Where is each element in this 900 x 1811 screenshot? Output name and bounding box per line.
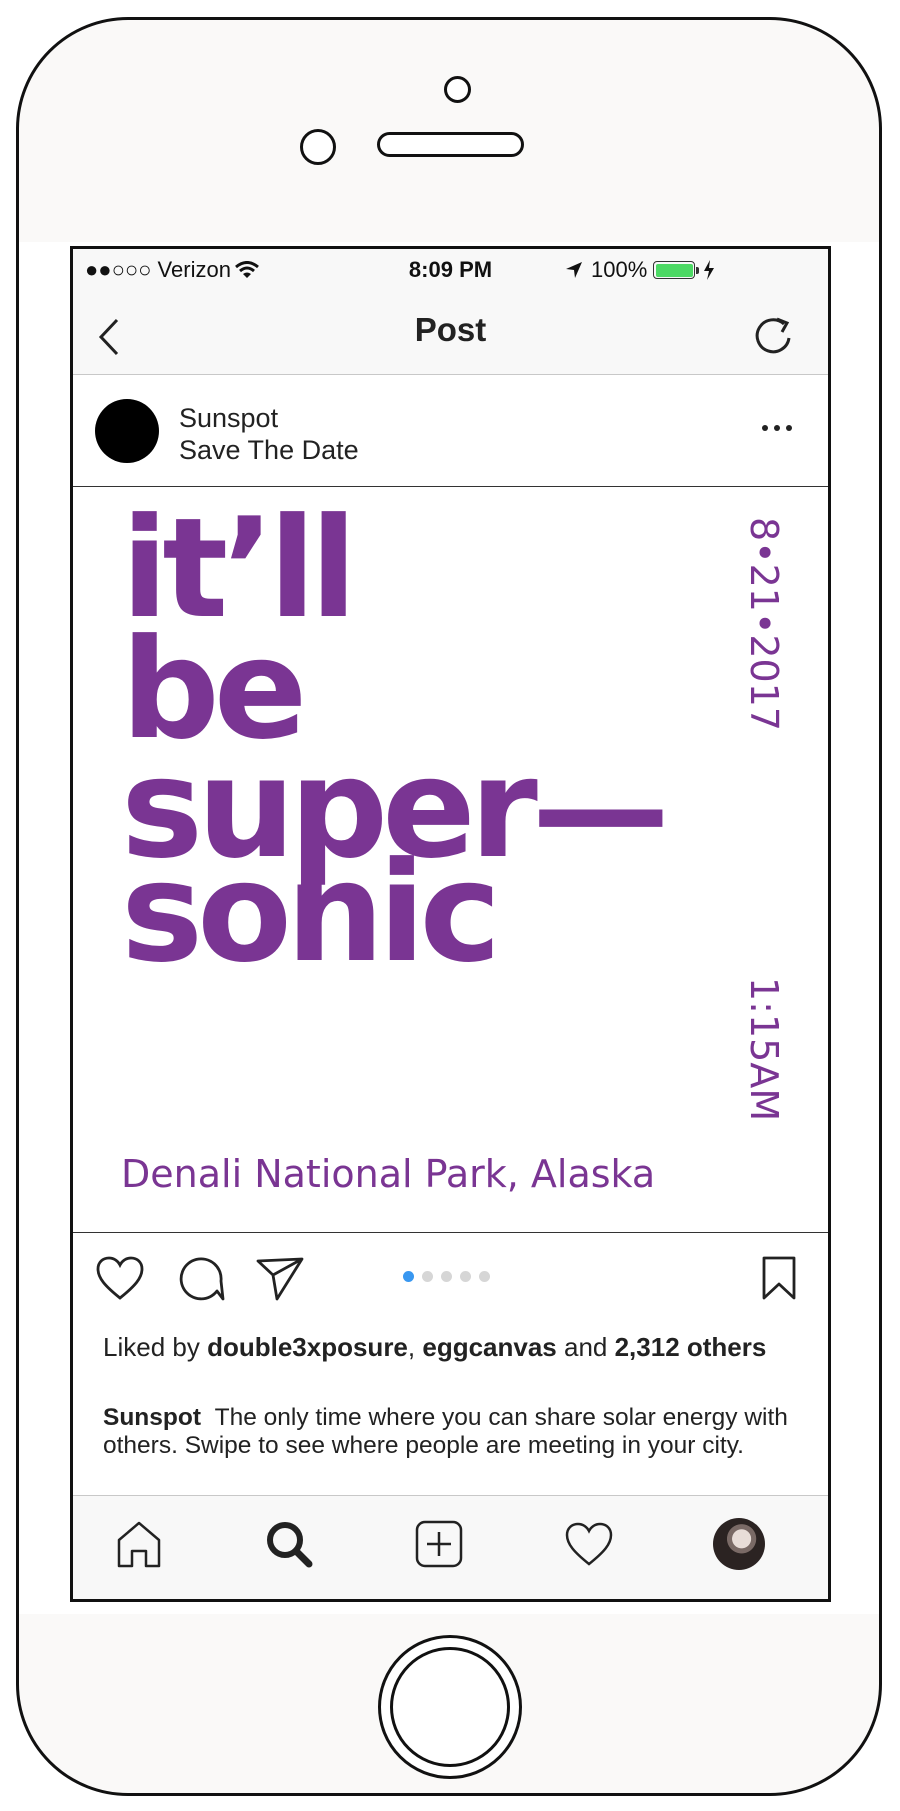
profile-avatar[interactable]: [713, 1518, 765, 1570]
event-time: 1:15AM: [742, 977, 786, 1122]
carousel-dot: [422, 1271, 433, 1282]
likes-conjunction: and: [556, 1332, 615, 1362]
earpiece-speaker: [377, 132, 524, 157]
likes-separator: ,: [407, 1332, 423, 1362]
page-title: Post: [414, 311, 487, 348]
post-image[interactable]: it’ll be super— sonic 8•21•2017 1:15AM D…: [73, 487, 828, 1233]
battery-icon: [653, 261, 695, 279]
avatar[interactable]: [95, 399, 159, 463]
event-date: 8•21•2017: [742, 517, 786, 732]
liker-link[interactable]: eggcanvas: [422, 1332, 556, 1362]
location-arrow-icon: [566, 262, 582, 278]
tab-bar: [73, 1495, 828, 1599]
phone-screen: ●●○○○ Verizon 8:09 PM 100% Post Sunspot …: [70, 246, 831, 1602]
heart-icon[interactable]: [95, 1255, 145, 1301]
carousel-dot: [479, 1271, 490, 1282]
caption-text: The only time where you can share solar …: [103, 1404, 788, 1459]
post-caption: Sunspot The only time where you can shar…: [103, 1404, 803, 1460]
charging-icon: [704, 260, 714, 280]
proximity-sensor-icon: [300, 129, 336, 165]
liker-link[interactable]: double3xposure: [207, 1332, 408, 1362]
battery-percent: 100%: [591, 257, 648, 282]
more-options-icon[interactable]: [761, 423, 793, 433]
comment-icon[interactable]: [177, 1255, 225, 1303]
carousel-indicator: [403, 1271, 490, 1282]
home-button[interactable]: [378, 1635, 522, 1779]
add-post-icon[interactable]: [413, 1518, 465, 1570]
status-bar: ●●○○○ Verizon 8:09 PM 100%: [73, 249, 828, 291]
caption-username[interactable]: Sunspot: [103, 1404, 201, 1431]
front-camera-icon: [444, 76, 471, 103]
post-subtitle: Save The Date: [179, 435, 359, 465]
headline-line-4: sonic: [121, 832, 501, 993]
carousel-dot: [403, 1271, 414, 1282]
home-icon[interactable]: [113, 1518, 165, 1570]
refresh-icon[interactable]: [753, 315, 795, 357]
activity-heart-icon[interactable]: [563, 1518, 615, 1570]
post-actions: [73, 1233, 828, 1323]
post-username[interactable]: Sunspot: [179, 403, 278, 434]
search-icon[interactable]: [263, 1518, 315, 1570]
event-location: Denali National Park, Alaska: [121, 1152, 656, 1196]
nav-bar: Post: [73, 291, 828, 375]
bookmark-icon[interactable]: [761, 1255, 797, 1301]
likes-summary: Liked by double3xposure, eggcanvas and 2…: [103, 1331, 803, 1363]
likes-count-link[interactable]: 2,312 others: [615, 1332, 767, 1362]
share-icon[interactable]: [255, 1255, 305, 1301]
post-header: Sunspot Save The Date: [73, 375, 828, 487]
carousel-dot: [460, 1271, 471, 1282]
likes-prefix: Liked by: [103, 1332, 208, 1362]
carousel-dot: [441, 1271, 452, 1282]
